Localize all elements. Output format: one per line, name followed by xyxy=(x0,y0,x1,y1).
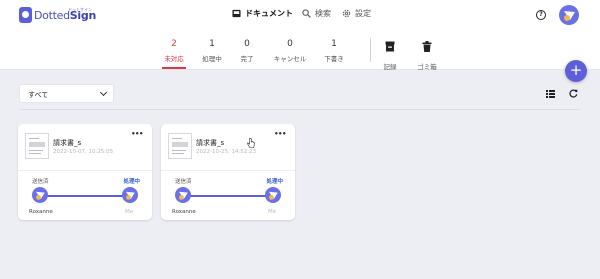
sender-name: Roxanne xyxy=(29,209,53,215)
card-divider xyxy=(18,170,152,171)
tab-label: 完了 xyxy=(240,55,254,63)
sender-name: Roxanne xyxy=(172,209,196,215)
nav-settings-label: 設定 xyxy=(355,9,371,18)
recipient-status: 処理中 xyxy=(123,179,140,185)
recipient-name: Me xyxy=(268,209,277,215)
list-divider xyxy=(20,109,580,110)
document-title: 請求書_s xyxy=(53,139,82,147)
thumbnail-line xyxy=(29,138,39,139)
logo-kana: ドットサイン xyxy=(68,7,92,12)
sender-avatar-graphic xyxy=(179,191,188,200)
thumbnail-line xyxy=(172,138,182,139)
nav-documents[interactable]: ドキュメント xyxy=(232,8,293,19)
user-avatar-icon[interactable] xyxy=(559,5,579,25)
document-date: 2022-10-07, 10:25:05 xyxy=(53,149,114,155)
thumbnail-line xyxy=(172,153,184,154)
app-logo[interactable]: DottedSign ドットサイン xyxy=(19,6,96,24)
thumbnail-line xyxy=(172,150,186,151)
tab-count: 2 xyxy=(171,39,177,49)
recipient-avatar-graphic xyxy=(126,191,135,200)
tab-unhandled[interactable]: 2 未対応 xyxy=(154,39,194,63)
chevron-down-icon xyxy=(99,88,108,97)
sender-avatar xyxy=(32,187,48,203)
recipient-avatar xyxy=(265,187,281,203)
thumbnail-block xyxy=(172,142,188,147)
thumbnail-block xyxy=(29,142,45,147)
tab-label: 処理中 xyxy=(202,55,222,63)
nav-search-label: 検索 xyxy=(315,9,331,18)
document-tray-icon xyxy=(232,9,241,18)
thumbnail-line xyxy=(29,153,41,154)
sender-status: 送信済 xyxy=(175,179,192,185)
user-avatar-graphic xyxy=(564,11,575,21)
tab-drafts[interactable]: 1 下書き xyxy=(314,39,354,63)
filter-select[interactable]: すべて xyxy=(20,85,113,102)
active-tab-underline xyxy=(162,67,186,69)
more-icon[interactable]: ••• xyxy=(131,130,143,138)
workflow-line xyxy=(183,195,273,197)
gear-icon xyxy=(342,9,351,18)
nav-settings[interactable]: 設定 xyxy=(342,8,371,19)
document-card[interactable]: 請求書_s 2022-10-25, 14:52:23 ••• 送信済 処理中 R… xyxy=(161,124,295,220)
archive-box-icon xyxy=(385,41,395,52)
sender-avatar-graphic xyxy=(36,191,45,200)
records-button[interactable]: 記録 xyxy=(370,37,410,71)
tab-completed[interactable]: 0 完了 xyxy=(227,39,267,63)
create-document-button[interactable]: + xyxy=(565,60,587,82)
top-bar: DottedSign ドットサイン ドキュメント 検索 設定 ? xyxy=(0,0,600,30)
pointer-cursor-icon xyxy=(247,138,255,148)
help-icon[interactable]: ? xyxy=(536,10,546,20)
document-thumbnail xyxy=(25,133,49,159)
tab-count: 1 xyxy=(331,39,337,49)
tab-count: 1 xyxy=(209,39,215,49)
records-label: 記録 xyxy=(383,63,397,71)
tab-count: 0 xyxy=(244,39,250,49)
search-icon xyxy=(302,9,311,18)
recipient-name: Me xyxy=(125,209,134,215)
thumbnail-line xyxy=(29,150,43,151)
sender-avatar xyxy=(175,187,191,203)
document-thumbnail xyxy=(168,133,192,159)
sender-status: 送信済 xyxy=(32,179,49,185)
logo-text-dotted: Dotted xyxy=(34,8,70,22)
tab-cancelled[interactable]: 0 キャンセル xyxy=(270,39,310,63)
trash-icon xyxy=(422,41,432,52)
refresh-icon[interactable] xyxy=(569,89,578,98)
document-title: 請求書_s xyxy=(196,139,225,147)
tab-count: 0 xyxy=(287,39,293,49)
nav-documents-label: ドキュメント xyxy=(245,9,293,18)
tab-processing[interactable]: 1 処理中 xyxy=(192,39,232,63)
trash-label: ゴミ箱 xyxy=(417,63,437,71)
tab-label: 未対応 xyxy=(164,55,184,63)
trash-button[interactable]: ゴミ箱 xyxy=(407,37,447,71)
nav-search[interactable]: 検索 xyxy=(302,8,331,19)
status-tabs-bar: 2 未対応 1 処理中 0 完了 0 キャンセル 1 下書き 記録 ゴミ箱 xyxy=(0,30,600,71)
recipient-avatar xyxy=(122,187,138,203)
recipient-avatar-graphic xyxy=(269,191,278,200)
card-divider xyxy=(161,170,295,171)
document-date: 2022-10-25, 14:52:23 xyxy=(196,149,257,155)
list-view-icon[interactable] xyxy=(546,90,555,98)
workflow-line xyxy=(40,195,130,197)
recipient-status: 処理中 xyxy=(266,179,283,185)
more-icon[interactable]: ••• xyxy=(274,130,286,138)
tab-label: キャンセル xyxy=(273,55,307,63)
filter-selected-value: すべて xyxy=(28,91,49,99)
document-card[interactable]: 請求書_s 2022-10-07, 10:25:05 ••• 送信済 処理中 R… xyxy=(18,124,152,220)
logo-mark-icon xyxy=(19,7,32,23)
tab-label: 下書き xyxy=(324,55,344,63)
